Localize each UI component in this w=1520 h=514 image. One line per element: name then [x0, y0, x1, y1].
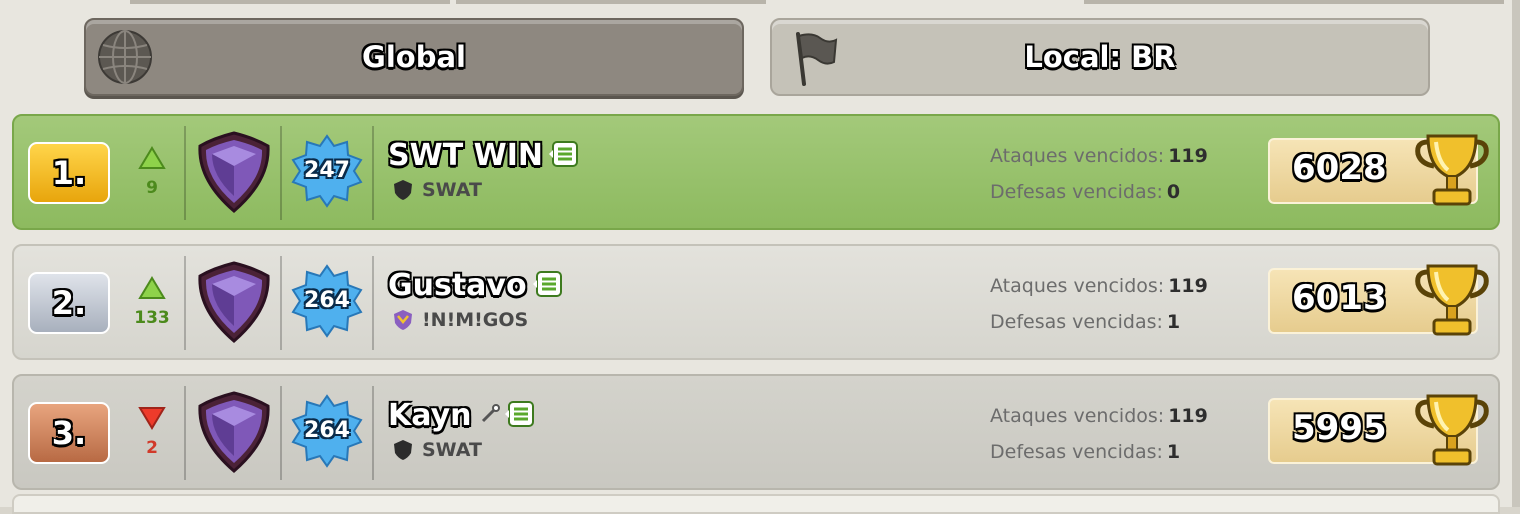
trophy-value: 6028: [1292, 148, 1387, 188]
clan-name: SWAT: [422, 439, 482, 461]
defenses-won-label: Defesas vencidas:: [990, 181, 1163, 203]
attacks-won-label: Ataques vencidos:: [990, 275, 1165, 297]
trophy-icon: [1414, 130, 1490, 214]
leaderboard-row[interactable]: 3. 2 264 Kayn SWAT Ataques vencidos: 119…: [12, 374, 1500, 490]
legend-league-icon: [194, 260, 274, 348]
xp-level-badge: 264: [291, 394, 363, 468]
top-tab-strip: [130, 0, 450, 4]
attacks-won-label: Ataques vencidos:: [990, 405, 1165, 427]
top-tab-strip: [456, 0, 766, 4]
tab-global[interactable]: Global: [84, 18, 744, 96]
clan-info[interactable]: !N!M!GOS: [392, 308, 528, 332]
battle-stats: Ataques vencidos: 119 Defesas vencidas: 0: [990, 138, 1208, 210]
defenses-won-value: 0: [1166, 181, 1181, 203]
player-name-group[interactable]: Kayn: [388, 398, 535, 433]
divider: [372, 126, 374, 220]
arrow-up-icon: [138, 276, 166, 299]
globe-icon: [96, 28, 154, 90]
divider: [280, 126, 282, 220]
legend-league-icon: [194, 130, 274, 218]
leaderboard-row[interactable]: 2. 133 264 Gustavo !N!M!GOS Ataques venc…: [12, 244, 1500, 360]
rank-change: 9: [132, 146, 172, 198]
rank-change-value: 9: [146, 178, 158, 198]
arrow-up-icon: [138, 146, 166, 169]
clan-name: SWAT: [422, 179, 482, 201]
attacks-won: Ataques vencidos: 119: [990, 268, 1208, 304]
flag-icon: [790, 30, 840, 90]
clan-badge-icon: [394, 180, 412, 200]
rank-number: 2.: [51, 284, 87, 322]
attacks-won-value: 119: [1168, 405, 1208, 427]
divider: [184, 256, 186, 350]
xp-level: 264: [304, 418, 350, 443]
trophy-value: 5995: [1292, 408, 1387, 448]
defenses-won: Defesas vencidas: 1: [990, 304, 1208, 340]
clan-badge-icon: [394, 310, 412, 330]
defenses-won-label: Defesas vencidas:: [990, 311, 1163, 333]
battle-stats: Ataques vencidos: 119 Defesas vencidas: 1: [990, 268, 1208, 340]
rank-badge: 3.: [28, 402, 110, 464]
defenses-won-value: 1: [1166, 311, 1181, 333]
clan-info[interactable]: SWAT: [392, 178, 482, 202]
defenses-won-label: Defesas vencidas:: [990, 441, 1163, 463]
divider: [280, 386, 282, 480]
builder-icon: [479, 403, 501, 429]
attacks-won-value: 119: [1168, 275, 1208, 297]
attacks-won: Ataques vencidos: 119: [990, 138, 1208, 174]
attacks-won: Ataques vencidos: 119: [990, 398, 1208, 434]
clan-info[interactable]: SWAT: [392, 438, 482, 462]
player-name[interactable]: SWT WIN: [388, 138, 543, 173]
clan-badge-icon: [394, 440, 412, 460]
legend-league-icon: [194, 390, 274, 478]
divider: [280, 256, 282, 350]
rank-change-value: 2: [146, 438, 158, 458]
arrow-down-icon: [138, 407, 166, 430]
rank-change: 2: [132, 406, 172, 458]
trophy-icon: [1414, 260, 1490, 344]
rank-change-value: 133: [134, 308, 170, 328]
divider: [372, 256, 374, 350]
leaderboard-panel: Global Local: BR 1. 9 247 SWT WIN SWAT A…: [0, 0, 1520, 514]
defenses-won: Defesas vencidas: 1: [990, 434, 1208, 470]
xp-level-badge: 247: [291, 134, 363, 208]
divider: [184, 386, 186, 480]
top-tab-strip: [1084, 0, 1504, 4]
rank-change: 133: [132, 276, 172, 328]
player-name-group[interactable]: Gustavo: [388, 268, 563, 303]
chat-icon[interactable]: [505, 400, 535, 432]
player-name[interactable]: Kayn: [388, 398, 471, 433]
leaderboard-row-partial: [12, 494, 1500, 514]
attacks-won-value: 119: [1168, 145, 1208, 167]
leaderboard-row[interactable]: 1. 9 247 SWT WIN SWAT Ataques vencidos: …: [12, 114, 1500, 230]
rank-number: 3.: [51, 414, 87, 452]
trophy-icon: [1414, 390, 1490, 474]
tab-global-label: Global: [362, 40, 466, 74]
divider: [372, 386, 374, 480]
rank-number: 1.: [51, 154, 87, 192]
xp-level-badge: 264: [291, 264, 363, 338]
xp-level: 247: [304, 158, 350, 183]
rank-badge: 2.: [28, 272, 110, 334]
trophy-value: 6013: [1292, 278, 1387, 318]
chat-icon[interactable]: [548, 140, 579, 172]
chat-icon[interactable]: [532, 270, 563, 302]
player-name-group[interactable]: SWT WIN: [388, 138, 579, 173]
defenses-won-value: 1: [1166, 441, 1181, 463]
defenses-won: Defesas vencidas: 0: [990, 174, 1208, 210]
battle-stats: Ataques vencidos: 119 Defesas vencidas: 1: [990, 398, 1208, 470]
tab-local-label: Local: BR: [1024, 40, 1176, 74]
rank-badge: 1.: [28, 142, 110, 204]
clan-name: !N!M!GOS: [422, 309, 529, 331]
xp-level: 264: [304, 288, 350, 313]
player-name[interactable]: Gustavo: [388, 268, 527, 303]
attacks-won-label: Ataques vencidos:: [990, 145, 1165, 167]
tab-local[interactable]: Local: BR: [770, 18, 1430, 96]
divider: [184, 126, 186, 220]
